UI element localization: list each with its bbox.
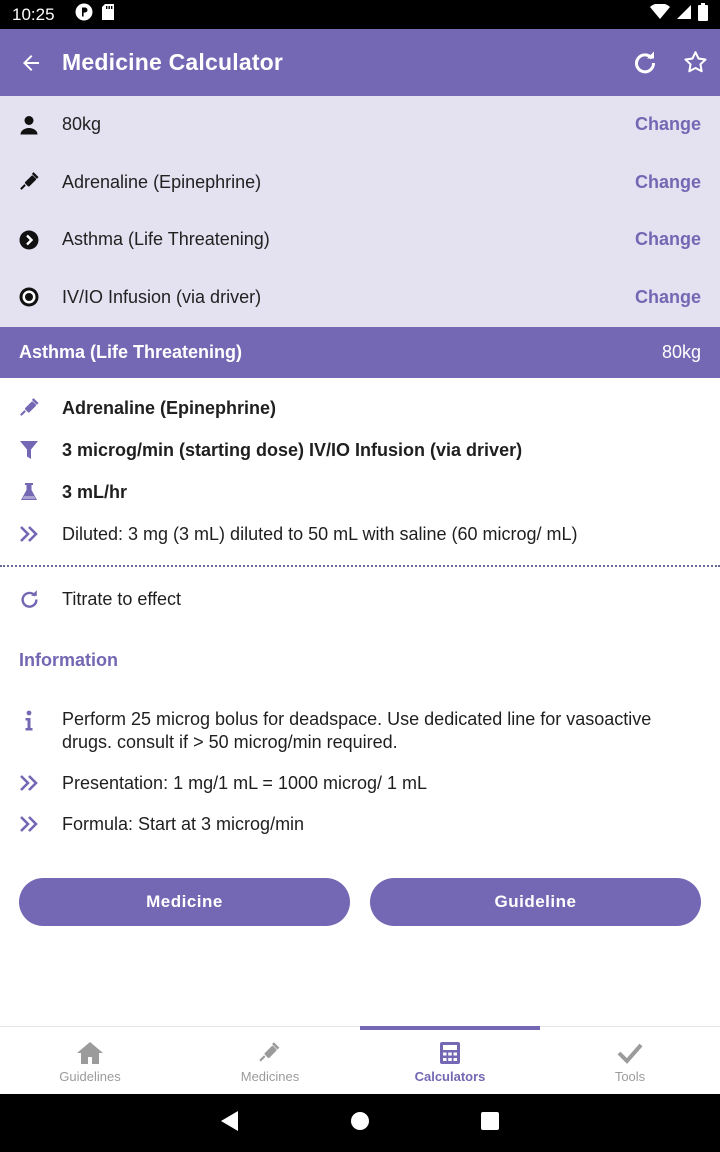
dose-medicine: Adrenaline (Epinephrine) xyxy=(62,397,277,418)
syringe-icon xyxy=(19,397,62,419)
info-text: Formula: Start at 3 microg/min xyxy=(62,814,305,834)
sd-card-icon xyxy=(101,3,115,26)
nav-medicines[interactable]: Medicines xyxy=(180,1027,360,1095)
medicine-value: Adrenaline (Epinephrine) xyxy=(62,171,262,192)
info-text: Perform 25 microg bolus for deadspace. U… xyxy=(62,709,652,752)
app-bar: Medicine Calculator xyxy=(0,29,720,96)
reset-button[interactable] xyxy=(620,29,670,96)
dose-amount: 3 microg/min (starting dose) IV/IO Infus… xyxy=(62,439,523,460)
condition-selector-row[interactable]: Asthma (Life Threatening) Change xyxy=(0,211,720,269)
divider xyxy=(0,565,720,567)
nav-label: Calculators xyxy=(414,1068,486,1084)
medicine-button[interactable]: Medicine xyxy=(19,878,350,926)
double-chevron-icon xyxy=(19,813,62,836)
result-header: Asthma (Life Threatening) 80kg xyxy=(0,327,720,378)
titrate-text: Titrate to effect xyxy=(62,588,182,609)
route-value: IV/IO Infusion (via driver) xyxy=(62,286,262,307)
change-weight-button[interactable]: Change xyxy=(635,114,701,135)
dose-dilution: Diluted: 3 mg (3 mL) diluted to 50 mL wi… xyxy=(62,523,578,544)
info-icon xyxy=(19,708,62,754)
funnel-icon xyxy=(19,440,62,460)
chevron-circle-icon xyxy=(19,230,62,250)
dose-amount-row: 3 microg/min (starting dose) IV/IO Infus… xyxy=(0,429,720,471)
check-icon xyxy=(617,1039,643,1067)
route-selector-row[interactable]: IV/IO Infusion (via driver) Change xyxy=(0,269,720,327)
status-bar: 10:25 xyxy=(0,0,720,29)
battery-icon xyxy=(698,3,708,26)
notification-p-icon xyxy=(75,3,93,26)
nav-guidelines[interactable]: Guidelines xyxy=(0,1027,180,1095)
selection-panel: 80kg Change Adrenaline (Epinephrine) Cha… xyxy=(0,96,720,327)
change-condition-button[interactable]: Change xyxy=(635,229,701,250)
action-buttons: Medicine Guideline xyxy=(19,878,701,926)
recents-square-icon[interactable] xyxy=(480,1111,500,1136)
titrate-row: Titrate to effect xyxy=(0,578,720,620)
weight-value: 80kg xyxy=(62,114,102,135)
syringe-icon xyxy=(258,1039,282,1067)
nav-tools[interactable]: Tools xyxy=(540,1027,720,1095)
information-list: Perform 25 microg bolus for deadspace. U… xyxy=(0,708,720,854)
page-title: Medicine Calculator xyxy=(62,49,284,75)
home-circle-icon[interactable] xyxy=(350,1111,370,1136)
refresh-icon xyxy=(635,51,656,73)
info-text: Presentation: 1 mg/1 mL = 1000 microg/ 1… xyxy=(62,773,428,793)
nav-calculators[interactable]: Calculators xyxy=(360,1026,540,1095)
condition-value: Asthma (Life Threatening) xyxy=(62,229,270,250)
double-chevron-icon xyxy=(19,525,62,543)
arrow-left-icon xyxy=(23,54,39,71)
medicine-selector-row[interactable]: Adrenaline (Epinephrine) Change xyxy=(0,154,720,212)
dose-medicine-row: Adrenaline (Epinephrine) xyxy=(0,387,720,429)
wifi-icon xyxy=(650,3,670,25)
info-item: Formula: Start at 3 microg/min xyxy=(0,813,720,836)
person-icon xyxy=(19,115,62,135)
flask-icon xyxy=(19,482,62,502)
back-button[interactable] xyxy=(0,29,62,96)
bottom-navigation: Guidelines Medicines Calculators Tools xyxy=(0,1026,720,1094)
back-triangle-icon[interactable] xyxy=(220,1110,240,1137)
result-weight: 80kg xyxy=(661,342,701,362)
dose-rate: 3 mL/hr xyxy=(62,481,128,502)
refresh-icon xyxy=(19,589,62,610)
home-icon xyxy=(76,1039,104,1067)
radio-dot-icon xyxy=(19,287,62,307)
nav-label: Guidelines xyxy=(59,1068,121,1084)
change-medicine-button[interactable]: Change xyxy=(635,172,701,193)
system-navigation-bar xyxy=(0,1094,720,1152)
dose-dilution-row: Diluted: 3 mg (3 mL) diluted to 50 mL wi… xyxy=(0,513,720,555)
guideline-button[interactable]: Guideline xyxy=(370,878,701,926)
information-heading: Information xyxy=(19,650,118,670)
dose-details: Adrenaline (Epinephrine) 3 microg/min (s… xyxy=(0,387,720,555)
star-outline-icon xyxy=(683,51,707,73)
syringe-icon xyxy=(19,171,62,193)
nav-label: Tools xyxy=(614,1068,646,1084)
info-item: Perform 25 microg bolus for deadspace. U… xyxy=(0,708,720,754)
info-item: Presentation: 1 mg/1 mL = 1000 microg/ 1… xyxy=(0,772,720,795)
double-chevron-icon xyxy=(19,772,62,795)
favourite-button[interactable] xyxy=(670,29,720,96)
nav-label: Medicines xyxy=(240,1068,300,1084)
status-time: 10:25 xyxy=(12,4,55,24)
change-route-button[interactable]: Change xyxy=(635,287,701,308)
weight-selector-row[interactable]: 80kg Change xyxy=(0,96,720,154)
calculator-icon xyxy=(439,1039,461,1067)
signal-icon xyxy=(676,4,692,25)
result-condition: Asthma (Life Threatening) xyxy=(19,342,243,362)
dose-rate-row: 3 mL/hr xyxy=(0,471,720,513)
